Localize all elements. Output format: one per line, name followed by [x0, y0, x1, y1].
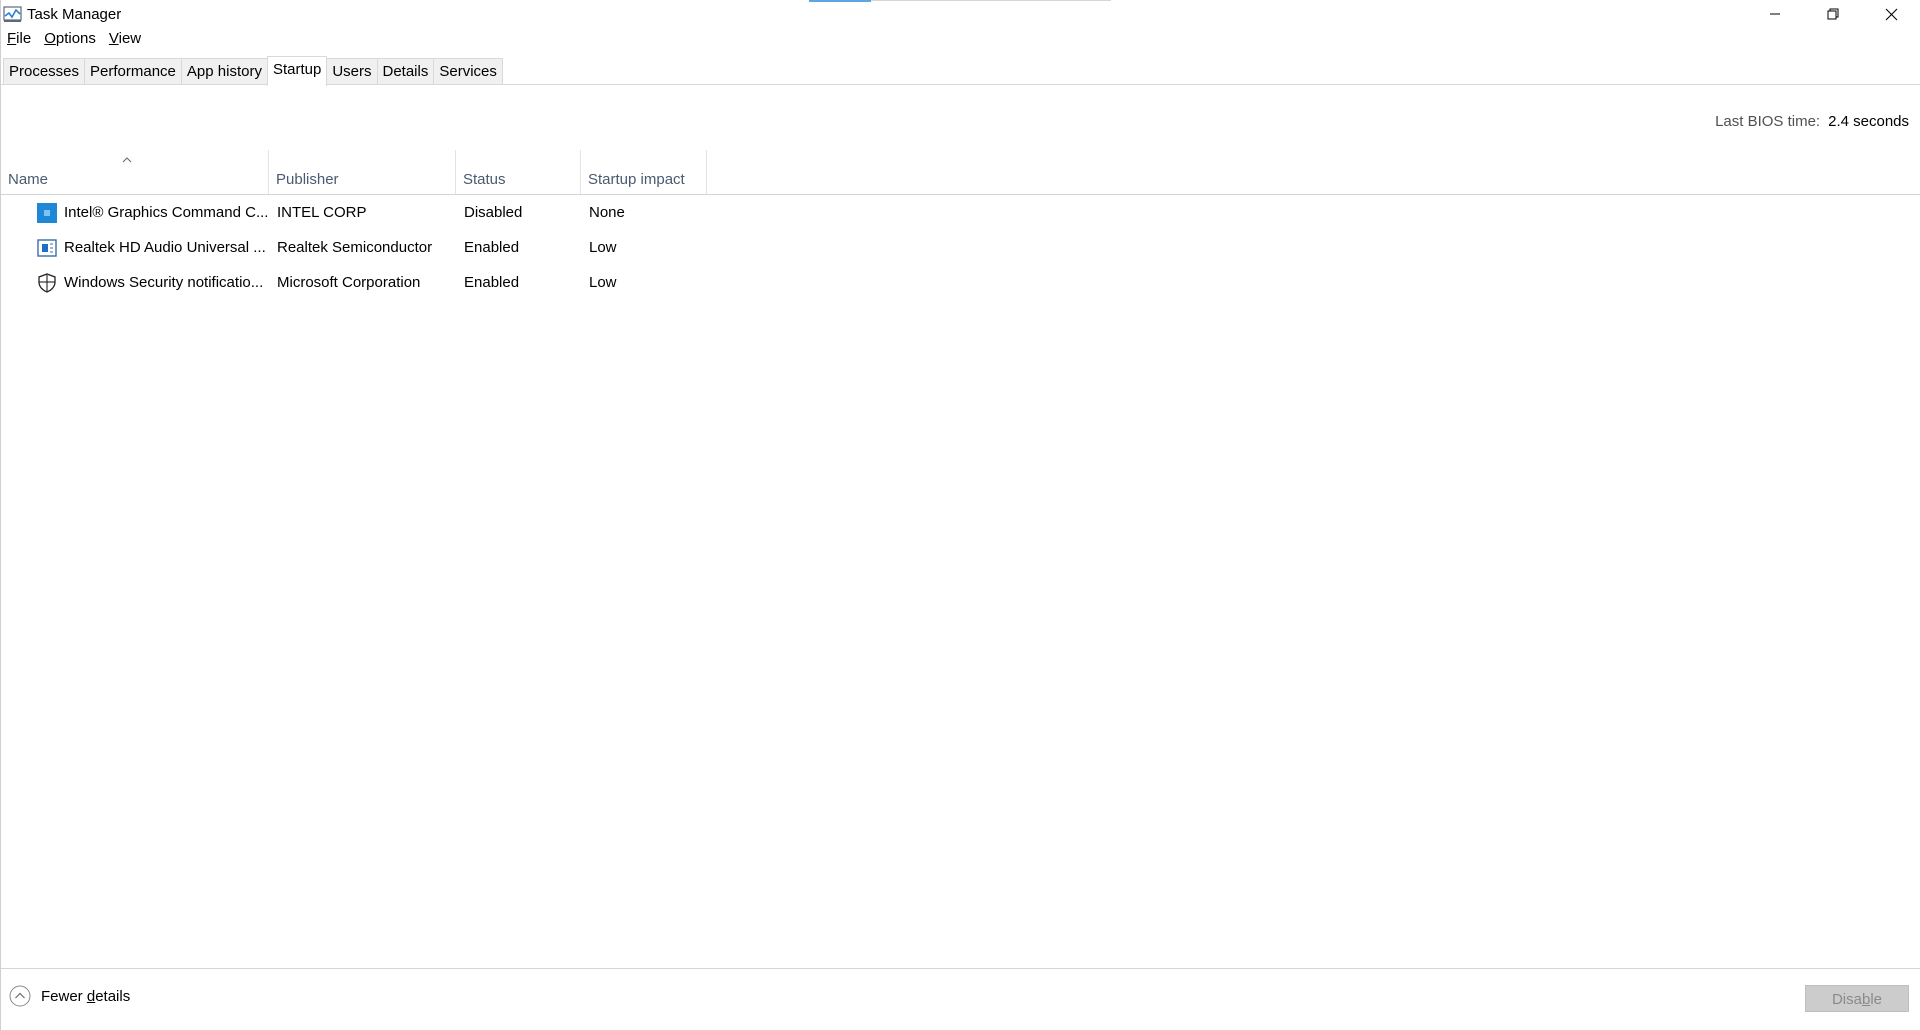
bios-time-label: Last BIOS time: — [1715, 113, 1821, 130]
close-icon — [1885, 8, 1897, 20]
row-impact: Low — [589, 239, 617, 256]
row-impact: Low — [589, 274, 617, 291]
menu-file-post: ile — [16, 30, 32, 47]
fewer-details-label: Fewer details — [41, 988, 130, 1005]
row-status: Disabled — [464, 204, 523, 221]
close-button[interactable] — [1862, 0, 1920, 28]
realtek-audio-icon — [37, 238, 57, 258]
bios-time-value: 2.4 seconds — [1828, 113, 1909, 130]
table-header: Name Publisher Status Startup impact — [1, 150, 1920, 195]
menu-view-accel: V — [108, 30, 119, 47]
task-manager-window: Task Manager File Options View Processes… — [0, 0, 1920, 1030]
fewer-details-button[interactable]: Fewer details — [9, 985, 130, 1007]
fewer-details-pre: Fewer — [41, 987, 87, 1005]
bios-time: Last BIOS time: 2.4 seconds — [1715, 113, 1909, 130]
title-bar[interactable]: Task Manager — [1, 0, 1920, 28]
row-impact: None — [589, 204, 625, 221]
tab-services[interactable]: Services — [433, 58, 503, 85]
column-header-publisher[interactable]: Publisher — [269, 150, 456, 194]
row-name: Realtek HD Audio Universal ... — [64, 239, 266, 256]
menu-options[interactable]: Options — [44, 30, 96, 52]
tab-app-history[interactable]: App history — [180, 58, 268, 85]
row-publisher: Microsoft Corporation — [277, 274, 421, 291]
tab-users[interactable]: Users — [326, 58, 378, 85]
task-manager-icon — [3, 5, 23, 23]
intel-graphics-icon — [37, 203, 57, 223]
chevron-up-circle-icon — [9, 985, 31, 1007]
tab-startup[interactable]: Startup — [266, 56, 328, 86]
fewer-details-post: etails — [95, 987, 131, 1005]
fewer-details-accel: d — [86, 987, 96, 1005]
column-header-status[interactable]: Status — [456, 150, 581, 194]
tab-details[interactable]: Details — [376, 58, 435, 85]
title-accent-line — [809, 0, 871, 2]
disable-pre: Disa — [1831, 991, 1862, 1008]
sort-ascending-icon — [122, 157, 132, 163]
row-name: Intel® Graphics Command C... — [64, 204, 268, 221]
minimize-icon — [1770, 13, 1780, 15]
shield-icon — [37, 273, 57, 293]
tab-processes[interactable]: Processes — [3, 58, 86, 85]
menu-bar: File Options View — [7, 30, 141, 52]
footer-divider — [1, 968, 1920, 969]
column-header-name-label: Name — [8, 171, 49, 188]
row-name: Windows Security notificatio... — [64, 274, 264, 291]
table-row[interactable]: Intel® Graphics Command C... INTEL CORP … — [1, 195, 1920, 230]
menu-options-accel: O — [44, 30, 56, 47]
tab-performance[interactable]: Performance — [84, 58, 182, 85]
column-header-publisher-label: Publisher — [276, 171, 339, 188]
column-header-status-label: Status — [463, 171, 506, 188]
row-publisher: INTEL CORP — [277, 204, 367, 221]
tab-strip: Processes Performance App history Startu… — [3, 56, 503, 86]
column-header-impact-label: Startup impact — [588, 171, 685, 188]
menu-options-post: ptions — [55, 30, 96, 47]
table-row[interactable]: Windows Security notificatio... Microsof… — [1, 265, 1920, 300]
menu-file[interactable]: File — [7, 30, 31, 52]
row-status: Enabled — [464, 239, 520, 256]
row-publisher: Realtek Semiconductor — [277, 239, 433, 256]
menu-view-post: iew — [118, 30, 142, 47]
menu-view[interactable]: View — [109, 30, 141, 52]
disable-post: le — [1870, 991, 1883, 1008]
restore-button[interactable] — [1804, 0, 1862, 28]
row-status: Enabled — [464, 274, 520, 291]
disable-button[interactable]: Disable — [1805, 985, 1909, 1012]
title-accent-track — [871, 0, 1111, 1]
window-title: Task Manager — [27, 5, 122, 23]
restore-icon — [1827, 8, 1839, 20]
menu-file-accel: F — [7, 30, 17, 47]
table-row[interactable]: Realtek HD Audio Universal ... Realtek S… — [1, 230, 1920, 265]
column-header-name[interactable]: Name — [1, 150, 269, 194]
column-header-startup-impact[interactable]: Startup impact — [581, 150, 707, 194]
minimize-button[interactable] — [1746, 0, 1804, 28]
